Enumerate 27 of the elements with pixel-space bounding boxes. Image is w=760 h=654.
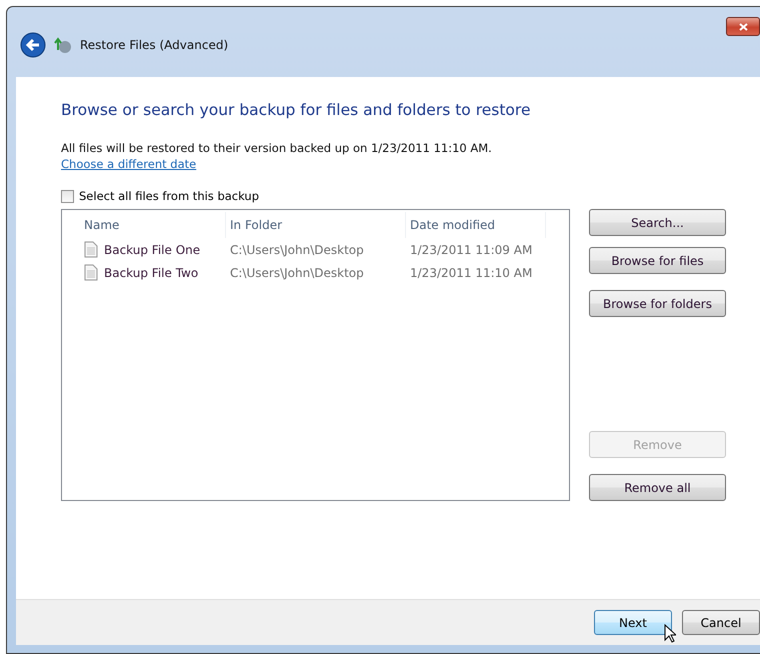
footer-button[interactable]: Cancel <box>682 610 760 635</box>
document-icon <box>84 264 98 281</box>
table-cell-text: C:\Users\John\Desktop <box>229 264 365 282</box>
checkbox[interactable] <box>61 190 74 202</box>
column-header[interactable]: Name <box>80 212 226 238</box>
page-heading: Browse or search your backup for files and folders to restore <box>61 101 532 119</box>
table-cell-text: 1/23/2011 11:09 AM <box>409 242 534 258</box>
checkbox-label: Select all files from this backup <box>79 189 260 203</box>
date-link[interactable]: Choose a different date <box>61 157 196 171</box>
file-name[interactable]: Backup File Two <box>104 266 198 280</box>
info-text: All files will be restored to their version backed up on 1/23/2011 11:10 AM. <box>61 141 493 155</box>
footer-button[interactable]: Next <box>594 610 672 635</box>
window-title: Restore Files (Advanced) <box>80 38 228 52</box>
side-button[interactable]: Search... <box>589 209 726 236</box>
mouse-cursor-icon <box>664 624 676 643</box>
close-icon <box>738 22 748 30</box>
backup-icon <box>54 36 72 54</box>
side-button[interactable]: Remove all <box>589 474 726 501</box>
table-cell-text: 1/23/2011 11:10 AM <box>409 264 534 282</box>
column-header[interactable]: In Folder <box>226 212 406 238</box>
file-name[interactable]: Backup File One <box>104 242 200 256</box>
document-icon <box>84 241 98 258</box>
table-cell-text: C:\Users\John\Desktop <box>229 242 365 258</box>
column-header[interactable]: Date modified <box>406 212 546 238</box>
close-button[interactable] <box>726 17 760 36</box>
side-button[interactable]: Browse for folders <box>589 290 726 317</box>
side-button[interactable]: Browse for files <box>589 247 726 274</box>
